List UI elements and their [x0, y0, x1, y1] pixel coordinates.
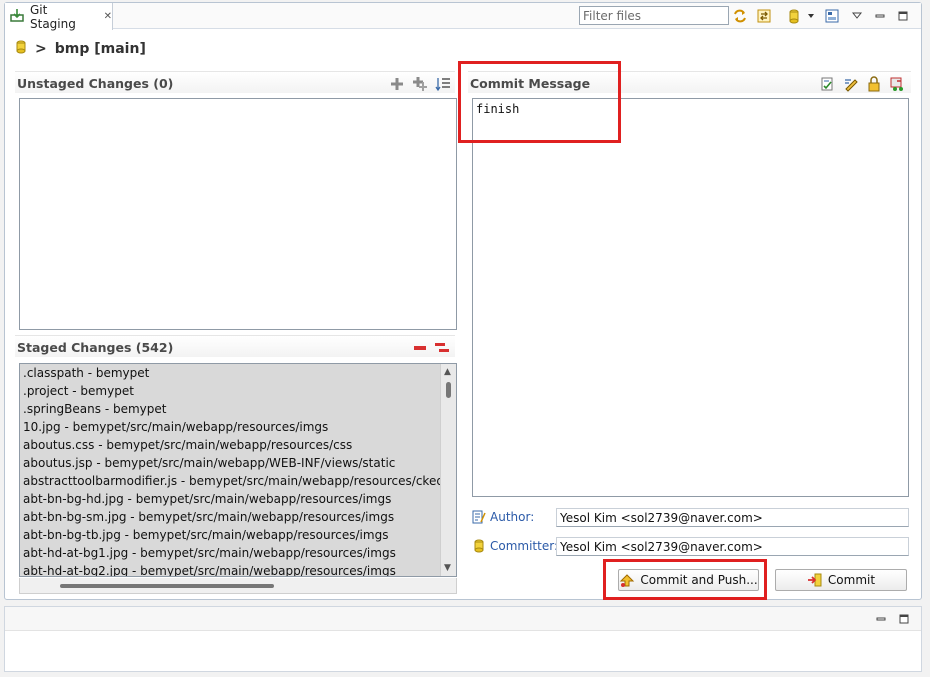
unstage-all-icon[interactable]	[433, 339, 451, 357]
author-label[interactable]: Author:	[472, 510, 534, 524]
chevron-down-icon[interactable]	[802, 7, 820, 25]
commit-message-text[interactable]: finish	[476, 102, 519, 116]
repository-icon[interactable]	[785, 7, 803, 25]
repository-name: bmp [main]	[54, 41, 146, 57]
committer-field[interactable]	[556, 537, 909, 556]
list-item[interactable]: abt-bn-bg-tb.jpg - bemypet/src/main/weba…	[20, 526, 456, 544]
filter-files-input[interactable]	[579, 6, 729, 25]
link-selection-icon[interactable]	[755, 7, 773, 25]
close-icon[interactable]: ✕	[104, 11, 112, 22]
minimize-icon[interactable]	[875, 613, 887, 625]
list-item[interactable]: abt-bn-bg-sm.jpg - bemypet/src/main/weba…	[20, 508, 456, 526]
unstage-selected-icon[interactable]	[411, 339, 429, 357]
repository-header: > bmp [main]	[15, 40, 146, 58]
staged-changes-title: Staged Changes (542)	[17, 340, 174, 355]
list-item[interactable]: aboutus.jsp - bemypet/src/main/webapp/WE…	[20, 454, 456, 472]
stage-selected-icon[interactable]	[388, 75, 406, 93]
tab-git-staging[interactable]: Git Staging ✕	[5, 2, 113, 31]
change-id-icon[interactable]	[888, 75, 906, 93]
minimize-icon[interactable]	[871, 7, 889, 25]
author-icon	[472, 510, 486, 524]
committer-icon	[474, 539, 484, 553]
list-item[interactable]: abt-hd-at-bg1.jpg - bemypet/src/main/web…	[20, 544, 456, 562]
maximize-icon[interactable]	[898, 613, 910, 625]
scroll-up-icon[interactable]: ▲	[444, 367, 451, 377]
list-item[interactable]: .classpath - bemypet	[20, 364, 456, 382]
amend-icon[interactable]	[842, 75, 860, 93]
sort-icon[interactable]	[434, 75, 452, 93]
author-field[interactable]	[556, 508, 909, 527]
scroll-thumb[interactable]	[446, 382, 451, 398]
commit-icon	[807, 573, 822, 587]
bottom-view	[4, 606, 922, 672]
git-staging-icon	[9, 7, 25, 26]
git-staging-view: Git Staging ✕ Filter files > bmp [main] …	[4, 2, 922, 600]
list-item[interactable]: .project - bemypet	[20, 382, 456, 400]
list-item[interactable]: abt-bn-bg-hd.jpg - bemypet/src/main/weba…	[20, 490, 456, 508]
unstaged-changes-title: Unstaged Changes (0)	[17, 76, 174, 91]
list-item[interactable]: abstracttoolbarmodifier.js - bemypet/src…	[20, 472, 456, 490]
author-label-text: Author:	[490, 510, 535, 524]
commit-and-push-button[interactable]: Commit and Push...	[618, 569, 759, 591]
commit-message-input[interactable]: finish	[472, 98, 909, 497]
repository-icon	[15, 40, 27, 58]
refresh-icon[interactable]	[731, 7, 749, 25]
scroll-down-icon[interactable]: ▼	[444, 563, 451, 573]
horizontal-scrollbar[interactable]	[19, 578, 457, 594]
list-item[interactable]: .springBeans - bemypet	[20, 400, 456, 418]
list-item[interactable]: aboutus.css - bemypet/src/main/webapp/re…	[20, 436, 456, 454]
maximize-icon[interactable]	[894, 7, 912, 25]
commit-and-push-label: Commit and Push...	[640, 573, 758, 587]
push-icon	[620, 574, 635, 587]
tab-label: Git Staging	[30, 2, 76, 31]
commit-label: Commit	[827, 573, 876, 587]
list-item[interactable]: abt-hd-at-bg2.jpg - bemypet/src/main/web…	[20, 562, 456, 576]
commit-button[interactable]: Commit	[775, 569, 907, 591]
view-menu-icon[interactable]	[848, 7, 866, 25]
horizontal-scroll-thumb[interactable]	[60, 584, 274, 588]
committer-label[interactable]: Committer:	[472, 539, 558, 553]
sign-off-icon[interactable]	[865, 75, 883, 93]
vertical-scrollbar[interactable]: ▲ ▼	[440, 364, 456, 576]
repo-separator: >	[35, 41, 47, 57]
stage-all-icon[interactable]	[411, 75, 429, 93]
view-tab-bar: Git Staging ✕	[5, 2, 921, 31]
bottom-view-bar	[5, 607, 921, 631]
unstaged-changes-list[interactable]	[19, 98, 457, 330]
staged-changes-list[interactable]: .classpath - bemypet .project - bemypet …	[19, 363, 457, 577]
presentation-icon[interactable]	[823, 7, 841, 25]
spell-check-icon[interactable]	[818, 75, 836, 93]
committer-label-text: Committer:	[490, 539, 558, 553]
list-item[interactable]: 10.jpg - bemypet/src/main/webapp/resourc…	[20, 418, 456, 436]
commit-message-title: Commit Message	[470, 76, 591, 91]
